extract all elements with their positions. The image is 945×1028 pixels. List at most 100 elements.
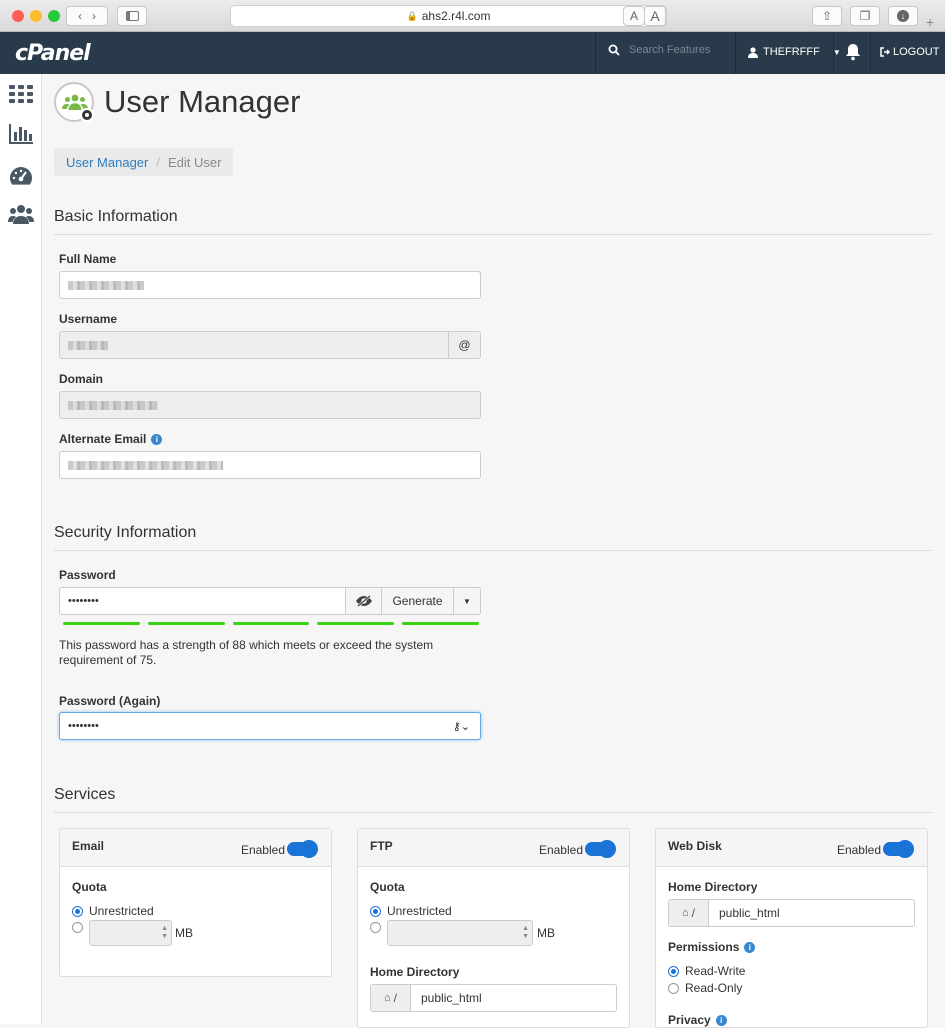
sidebar-icon <box>125 11 139 21</box>
email-quota-input[interactable]: ▲ ▼ <box>89 920 172 946</box>
address-bar[interactable]: 🔒 ahs2.r4l.com ↻ <box>230 5 667 27</box>
info-icon[interactable]: i <box>744 941 756 953</box>
home-prefix: ⌂ / <box>669 900 709 926</box>
sidebar-toggle-button[interactable] <box>117 6 147 26</box>
alternate-email-input[interactable] <box>59 451 481 479</box>
share-button[interactable]: ⇧ <box>812 6 842 26</box>
radio-selected[interactable] <box>668 965 679 977</box>
ftp-card-title: FTP <box>370 839 393 853</box>
basic-information-heading: Basic Information <box>54 208 932 235</box>
email-quota-label: Quota <box>72 880 107 894</box>
ftp-quota-unit: MB <box>537 926 555 940</box>
bell-icon[interactable] <box>845 43 861 61</box>
password-again-label-text: Password (Again) <box>59 694 161 708</box>
ftp-enabled-label: Enabled <box>538 843 583 857</box>
email-quota-unit: MB <box>175 926 193 940</box>
ftp-service-card: FTP Enabled Quota Unrestricted ▲ ▼ MB Hom… <box>357 828 630 1028</box>
radio-unselected[interactable] <box>370 922 381 933</box>
stepper-icon[interactable]: ▲ ▼ <box>161 925 168 941</box>
username-input[interactable]: @ <box>59 331 481 359</box>
back-forward-buttons[interactable]: ‹ › <box>66 6 108 26</box>
logout-button[interactable]: LOGOUT <box>880 46 939 58</box>
ftp-custom-quota-radio[interactable] <box>370 922 381 933</box>
divider <box>833 32 834 74</box>
search-input[interactable]: Search Features <box>629 44 710 56</box>
key-autofill-icon[interactable]: ⚷⌄ <box>453 720 470 733</box>
font-larger-button[interactable]: A <box>644 6 666 26</box>
email-unrestricted-label: Unrestricted <box>89 904 154 918</box>
webdisk-service-card: Web Disk Enabled Home Directory ⌂ / publi… <box>655 828 928 1028</box>
radio-unselected[interactable] <box>668 982 679 994</box>
user-icon <box>748 46 758 58</box>
page-header: User Manager <box>54 82 300 122</box>
user-menu[interactable]: THEFRFFF ▼ <box>748 46 841 58</box>
cpanel-header: cPanel Search Features THEFRFFF ▼ LOGOUT <box>0 32 945 74</box>
tabs-button[interactable]: ❐ <box>850 6 880 26</box>
password-group: •••••••• Generate ▼ <box>59 587 481 615</box>
chevron-right-icon[interactable]: › <box>92 9 96 23</box>
left-sidebar <box>0 74 42 1024</box>
radio-selected[interactable] <box>370 905 381 917</box>
alternate-email-label-text: Alternate Email <box>59 432 147 446</box>
domain-input[interactable] <box>59 391 481 419</box>
home-prefix: ⌂ / <box>371 985 411 1011</box>
grid-icon[interactable] <box>8 82 34 106</box>
divider <box>735 32 736 74</box>
ftp-quota-input[interactable]: ▲ ▼ <box>387 920 533 946</box>
dashboard-gauge-icon[interactable] <box>8 164 34 188</box>
generate-options-dropdown[interactable]: ▼ <box>454 588 480 614</box>
email-unrestricted-radio[interactable]: Unrestricted <box>72 904 154 918</box>
full-name-input[interactable] <box>59 271 481 299</box>
info-icon[interactable]: i <box>151 433 163 445</box>
password-label: Password <box>59 568 116 582</box>
logout-label: LOGOUT <box>893 46 940 58</box>
breadcrumb-separator: / <box>156 154 160 170</box>
password-again-input[interactable]: •••••••• ⚷⌄ <box>59 712 481 740</box>
font-large-label: A <box>650 8 660 24</box>
email-enabled-toggle[interactable] <box>287 840 318 858</box>
read-write-radio[interactable]: Read-Write <box>668 964 745 978</box>
home-icon: ⌂ <box>384 992 391 1004</box>
tabs-icon: ❐ <box>859 9 871 23</box>
lock-icon: 🔒 <box>406 10 418 21</box>
password-again-value: •••••••• <box>68 720 99 732</box>
maximize-window-button[interactable] <box>48 10 60 22</box>
radio-selected[interactable] <box>72 905 83 917</box>
font-smaller-button[interactable]: A <box>623 6 645 26</box>
webdisk-home-directory-value: public_html <box>719 906 780 920</box>
minimize-window-button[interactable] <box>30 10 42 22</box>
username-label-text: Username <box>59 312 118 326</box>
domain-label-text: Domain <box>59 372 104 386</box>
generate-button[interactable]: Generate <box>382 588 454 614</box>
ftp-unrestricted-radio[interactable]: Unrestricted <box>370 904 452 918</box>
users-icon[interactable] <box>8 202 34 226</box>
ftp-enabled-toggle[interactable] <box>585 840 616 858</box>
close-window-button[interactable] <box>12 10 24 22</box>
bar-chart-icon[interactable] <box>8 122 34 146</box>
stepper-icon[interactable]: ▲ ▼ <box>522 925 529 941</box>
breadcrumb-user-manager-link[interactable]: User Manager <box>66 155 148 170</box>
new-tab-icon[interactable]: + <box>926 14 934 30</box>
read-only-label: Read-Only <box>685 981 743 995</box>
font-small-label: A <box>629 9 638 23</box>
email-custom-quota-radio[interactable] <box>72 922 83 933</box>
webdisk-home-directory-input[interactable]: ⌂ / public_html <box>668 899 915 927</box>
radio-unselected[interactable] <box>72 922 83 933</box>
search-features[interactable]: Search Features <box>608 44 710 56</box>
strength-segment <box>232 622 310 625</box>
webdisk-permissions-label: Permissions i <box>668 940 756 954</box>
toggle-visibility-button[interactable] <box>346 588 382 614</box>
ftp-home-directory-input[interactable]: ⌂ / public_html <box>370 984 617 1012</box>
downloads-button[interactable]: ↓ <box>888 6 918 26</box>
domain-label: Domain <box>59 372 103 386</box>
read-only-radio[interactable]: Read-Only <box>668 981 742 995</box>
full-name-label-text: Full Name <box>59 252 117 266</box>
share-icon: ⇧ <box>821 9 833 23</box>
cpanel-logo[interactable]: cPanel <box>15 41 91 66</box>
password-label-text: Password <box>59 568 116 582</box>
webdisk-enabled-toggle[interactable] <box>883 840 914 858</box>
security-information-heading: Security Information <box>54 524 932 551</box>
page-title: User Manager <box>104 84 301 119</box>
main-content: User Manager User Manager / Edit User Ba… <box>54 74 932 1028</box>
chevron-left-icon[interactable]: ‹ <box>78 9 82 23</box>
